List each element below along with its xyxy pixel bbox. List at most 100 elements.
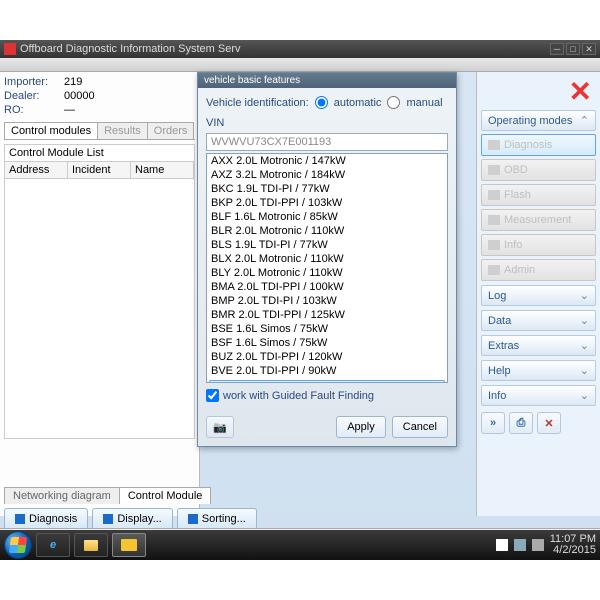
cancel-button[interactable]: Cancel (392, 416, 448, 438)
vehicle-features-dialog: vehicle basic features Vehicle identific… (197, 72, 457, 447)
engine-option[interactable]: BMP 2.0L TDI-PI / 103kW (207, 294, 447, 308)
engine-option[interactable]: BUZ 2.0L TDI-PPI / 120kW (207, 350, 447, 364)
tray-volume-icon[interactable] (532, 539, 544, 551)
radio-automatic[interactable] (315, 96, 328, 109)
diagnosis-button[interactable]: Diagnosis (4, 508, 88, 530)
camera-button[interactable]: 📷 (206, 416, 234, 438)
ie-icon: e (50, 539, 56, 551)
obd-icon (488, 165, 500, 175)
log-header[interactable]: Log⌄ (481, 285, 596, 306)
titlebar: Offboard Diagnostic Information System S… (0, 40, 600, 58)
importer-label: Importer: (4, 76, 58, 88)
control-module-list: Control Module List Address Incident Nam… (4, 144, 195, 439)
col-address[interactable]: Address (5, 162, 68, 178)
vin-label: VIN (206, 117, 448, 129)
guided-fault-label: work with Guided Fault Finding (223, 390, 374, 402)
mode-flash[interactable]: Flash (481, 184, 596, 206)
right-pane: ✕ Operating modes⌃ Diagnosis OBD Flash M… (476, 72, 600, 516)
extras-header[interactable]: Extras⌄ (481, 335, 596, 356)
engine-option[interactable]: BKC 1.9L TDI-PI / 77kW (207, 182, 447, 196)
nav-print-button[interactable]: ⎙ (509, 412, 533, 434)
vehicle-status-icons: ✕ (481, 76, 596, 106)
start-button[interactable] (4, 531, 32, 559)
square-icon (15, 514, 25, 524)
engine-option[interactable]: BKP 2.0L TDI-PPI / 103kW (207, 196, 447, 210)
vin-input[interactable] (206, 133, 448, 151)
engine-option[interactable]: BSF 1.6L Simos / 75kW (207, 336, 447, 350)
col-name[interactable]: Name (131, 162, 194, 178)
engine-option[interactable]: BLR 2.0L Motronic / 110kW (207, 224, 447, 238)
mode-obd[interactable]: OBD (481, 159, 596, 181)
guided-fault-checkbox[interactable] (206, 389, 219, 402)
square-icon (103, 514, 113, 524)
tray-network-icon[interactable] (514, 539, 526, 551)
taskbar-explorer[interactable] (74, 533, 108, 557)
mode-diagnosis[interactable]: Diagnosis (481, 134, 596, 156)
close-button[interactable]: ✕ (582, 43, 596, 55)
nav-back-button[interactable]: » (481, 412, 505, 434)
col-incident[interactable]: Incident (68, 162, 131, 178)
tab-orders[interactable]: Orders (147, 122, 195, 139)
engine-selected-row[interactable]: ↖ (209, 380, 445, 383)
chevron-down-icon: ⌄ (580, 314, 589, 327)
maximize-button[interactable]: □ (566, 43, 580, 55)
flash-icon (488, 190, 500, 200)
engine-option[interactable]: AXZ 3.2L Motronic / 184kW (207, 168, 447, 182)
apply-button[interactable]: Apply (336, 416, 386, 438)
engine-option[interactable]: BMR 2.0L TDI-PPI / 125kW (207, 308, 447, 322)
data-header[interactable]: Data⌄ (481, 310, 596, 331)
taskbar-clock[interactable]: 11:07 PM 4/2/2015 (550, 534, 596, 556)
camera-icon: 📷 (213, 421, 227, 434)
admin-icon (488, 265, 500, 275)
taskbar-app[interactable] (112, 533, 146, 557)
nav-close-button[interactable]: ✕ (537, 412, 561, 434)
engine-option[interactable]: BLS 1.9L TDI-PI / 77kW (207, 238, 447, 252)
tab-networking-diagram[interactable]: Networking diagram (4, 487, 120, 504)
operating-modes-header[interactable]: Operating modes⌃ (481, 110, 596, 131)
mode-info[interactable]: Info (481, 234, 596, 256)
chevron-up-icon: ⌃ (580, 114, 589, 127)
engine-listbox[interactable]: AXX 2.0L Motronic / 147kWAXZ 3.2L Motron… (206, 153, 448, 383)
ro-label: RO: (4, 104, 58, 116)
desktop: Offboard Diagnostic Information System S… (0, 40, 600, 560)
minimize-button[interactable]: ─ (550, 43, 564, 55)
mode-admin[interactable]: Admin (481, 259, 596, 281)
chevron-down-icon: ⌄ (580, 289, 589, 302)
help-header[interactable]: Help⌄ (481, 360, 596, 381)
taskbar[interactable]: e 11:07 PM 4/2/2015 (0, 530, 600, 560)
engine-option[interactable]: BVE 2.0L TDI-PPI / 90kW (207, 364, 447, 378)
measurement-icon (488, 215, 500, 225)
dealer-label: Dealer: (4, 90, 58, 102)
diagnosis-icon (488, 140, 500, 150)
taskbar-ie[interactable]: e (36, 533, 70, 557)
engine-option[interactable]: AXX 2.0L Motronic / 147kW (207, 154, 447, 168)
info-header[interactable]: Info⌄ (481, 385, 596, 406)
tab-results[interactable]: Results (97, 122, 148, 139)
engine-option[interactable]: BLX 2.0L Motronic / 110kW (207, 252, 447, 266)
engine-option[interactable]: BMA 2.0L TDI-PPI / 100kW (207, 280, 447, 294)
cml-body (4, 179, 195, 439)
vehicle-ident-label: Vehicle identification: (206, 97, 309, 109)
engine-option[interactable]: BSE 1.6L Simos / 75kW (207, 322, 447, 336)
chevron-down-icon: ⌄ (580, 339, 589, 352)
chevron-down-icon: ⌄ (580, 389, 589, 402)
tab-control-module[interactable]: Control Module (119, 487, 212, 504)
tray-flag-icon[interactable] (496, 539, 508, 551)
tab-control-modules[interactable]: Control modules (4, 122, 98, 139)
engine-option[interactable]: BLF 1.6L Motronic / 85kW (207, 210, 447, 224)
radio-manual[interactable] (387, 96, 400, 109)
folder-icon (84, 540, 98, 551)
square-icon (188, 514, 198, 524)
engine-option[interactable]: BLY 2.0L Motronic / 110kW (207, 266, 447, 280)
mode-measurement[interactable]: Measurement (481, 209, 596, 231)
diag-app-icon (121, 539, 137, 551)
menubar (0, 58, 600, 72)
sorting-button[interactable]: Sorting... (177, 508, 257, 530)
ro-value: — (64, 104, 75, 116)
display-button[interactable]: Display... (92, 508, 172, 530)
dialog-title: vehicle basic features (198, 73, 456, 88)
left-pane: Importer:219 Dealer:00000 RO:— Control m… (0, 72, 200, 516)
cml-title: Control Module List (4, 144, 195, 162)
importer-value: 219 (64, 76, 82, 88)
system-tray[interactable]: 11:07 PM 4/2/2015 (496, 534, 596, 556)
